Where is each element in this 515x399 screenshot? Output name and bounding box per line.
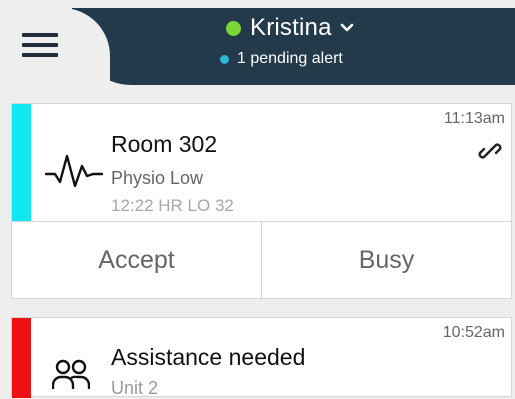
- alert-detail: 12:22 HR LO 32: [111, 196, 234, 215]
- alert-time: 10:52am: [442, 324, 505, 341]
- alert-time: 11:13am: [443, 110, 505, 127]
- link-icon[interactable]: [478, 139, 502, 163]
- pending-alert-text: 1 pending alert: [237, 50, 343, 67]
- alert-card[interactable]: 10:52am Assistance needed Unit 2: [11, 317, 512, 398]
- alert-subtitle: Physio Low: [111, 168, 204, 188]
- user-status-selector[interactable]: Kristina: [226, 14, 354, 42]
- busy-button[interactable]: Busy: [261, 222, 511, 299]
- pending-alert-indicator[interactable]: 1 pending alert: [220, 48, 343, 70]
- heartbeat-waveform-icon: [45, 154, 103, 188]
- alert-dot: [220, 54, 229, 64]
- alert-title: Assistance needed: [111, 344, 306, 370]
- priority-stripe: [12, 318, 31, 398]
- alert-subtitle: Unit 2: [111, 378, 159, 398]
- accept-button[interactable]: Accept: [12, 222, 261, 299]
- alert-actions: Accept Busy: [12, 221, 511, 299]
- alert-card[interactable]: 11:13am Room 302 Physio Low 12:22 HR LO …: [11, 103, 512, 299]
- hamburger-menu-icon[interactable]: [22, 33, 58, 61]
- app-header: Kristina 1 pending alert: [0, 0, 515, 85]
- priority-stripe: [12, 104, 31, 221]
- user-name: Kristina: [250, 14, 332, 41]
- people-icon: [52, 359, 90, 389]
- online-status-dot: [226, 20, 241, 36]
- chevron-down-icon: [340, 23, 353, 32]
- alert-title: Room 302: [111, 131, 218, 157]
